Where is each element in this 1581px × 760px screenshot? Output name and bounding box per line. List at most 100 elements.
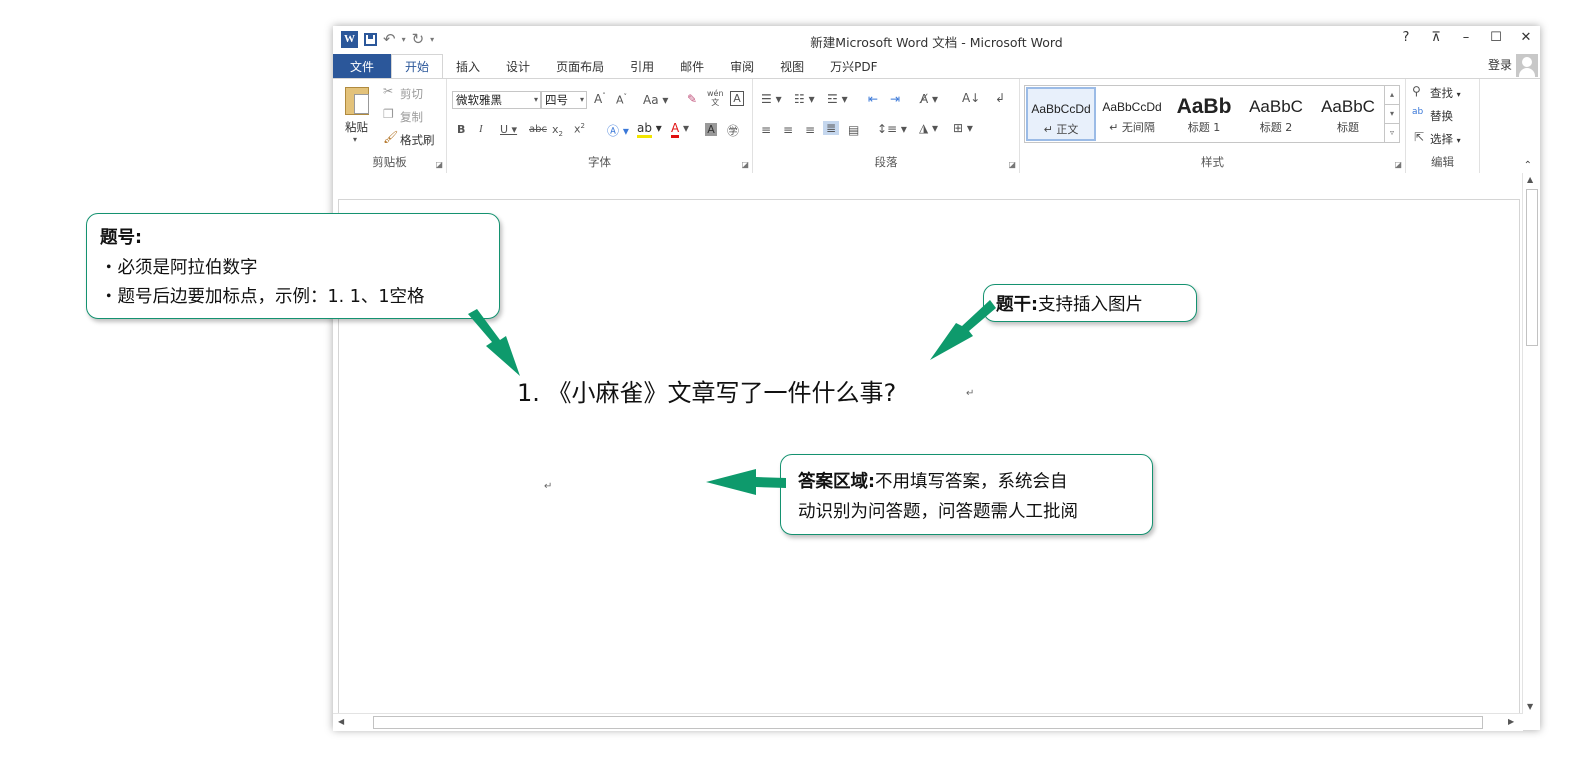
tab-review[interactable]: 审阅 [717,54,767,78]
ribbon-tabs: 文件 开始 插入 设计 页面布局 引用 邮件 审阅 视图 万兴PDF [333,54,1540,79]
callout-title: 答案区域: [798,472,875,492]
clipboard-launcher-icon[interactable]: ◪ [435,160,443,169]
close-button[interactable]: ✕ [1518,30,1534,45]
horizontal-scrollbar[interactable]: ◀ ▶ [333,713,1523,731]
vertical-scroll-thumb[interactable] [1526,189,1538,346]
shading-icon[interactable]: ◮ ▾ [919,121,938,135]
scroll-up-icon[interactable]: ▲ [1527,175,1533,184]
styles-launcher-icon[interactable]: ◪ [1394,160,1402,169]
copy-button[interactable]: 复制 [400,109,423,125]
style-normal[interactable]: AaBbCcDd ↵ 正文 [1026,87,1096,141]
highlight-icon[interactable]: ab ▾ [637,121,662,138]
underline-icon[interactable]: U ▾ [500,123,517,136]
format-painter-icon: 🖌 [383,130,399,144]
vertical-scrollbar[interactable]: ▲ ▼ [1522,173,1540,713]
character-border-icon[interactable]: A [730,91,744,106]
phonetic-guide-icon[interactable]: wén 文 [707,89,724,107]
strikethrough-icon[interactable]: abc [529,124,547,135]
enclose-characters-icon[interactable]: ㊫ [727,122,739,139]
superscript-icon[interactable]: x2 [574,122,585,136]
font-name-dropdown-icon[interactable]: ▾ [534,92,538,108]
callout-text: 支持插入图片 [1038,295,1143,315]
font-color-icon[interactable]: A ▾ [671,121,689,138]
sort-icon[interactable]: A↓ [962,91,980,105]
minimize-button[interactable]: – [1458,30,1474,45]
scroll-right-icon[interactable]: ▶ [1508,717,1514,726]
tab-view[interactable]: 视图 [767,54,817,78]
italic-icon[interactable]: I [479,123,483,135]
align-center-icon[interactable]: ≡ [783,123,793,137]
paragraph-launcher-icon[interactable]: ◪ [1008,160,1016,169]
style-sample: AaBbCcDd [1031,102,1091,116]
style-name: 标题 [1337,121,1359,134]
gallery-down-icon[interactable]: ▾ [1385,104,1399,123]
text-effects-icon[interactable]: Ⓐ ▾ [607,122,629,139]
cut-button[interactable]: 剪切 [400,86,423,102]
ribbon-display-button[interactable]: ⊼ [1428,30,1444,45]
numbering-icon[interactable]: ☷ ▾ [794,92,815,106]
scroll-down-icon[interactable]: ▼ [1527,702,1533,711]
maximize-button[interactable]: ☐ [1488,30,1504,45]
paste-dropdown-icon[interactable]: ▾ [353,135,357,144]
tab-file[interactable]: 文件 [333,54,392,78]
borders-icon[interactable]: ⊞ ▾ [953,121,973,135]
format-painter-button[interactable]: 格式刷 [400,132,435,148]
help-button[interactable]: ? [1398,30,1414,45]
subscript-icon[interactable]: x2 [552,123,563,138]
justify-icon[interactable]: ≣ [823,121,840,135]
tab-home[interactable]: 开始 [391,54,444,79]
document-area[interactable]: 1. 《小麻雀》文章写了一件什么事? ↵ ↵ [333,173,1523,720]
bullets-icon[interactable]: ☰ ▾ [761,92,782,106]
tab-references[interactable]: 引用 [617,54,667,78]
font-name-value: 微软雅黑 [456,93,502,107]
gallery-up-icon[interactable]: ▴ [1385,86,1399,104]
multilevel-list-icon[interactable]: ☲ ▾ [827,92,848,106]
tab-insert[interactable]: 插入 [443,54,493,78]
replace-button[interactable]: 替换 [1430,108,1453,124]
grow-font-icon[interactable]: A˄ [594,92,606,106]
bold-icon[interactable]: B [457,123,465,136]
tab-mailings[interactable]: 邮件 [667,54,717,78]
paragraph-label: 段落 [874,155,898,169]
find-button[interactable]: 查找 ▾ [1430,85,1461,101]
change-case-icon[interactable]: Aa ▾ [643,93,668,107]
style-title[interactable]: AaBbC 标题 [1313,87,1383,141]
align-right-icon[interactable]: ≡ [805,123,815,137]
clear-formatting-icon[interactable]: ✎ [687,92,697,106]
login-link[interactable]: 登录 [1488,56,1512,73]
increase-indent-icon[interactable]: ⇥ [890,92,900,106]
window-title: 新建Microsoft Word 文档 - Microsoft Word [810,35,1063,50]
select-button[interactable]: 选择 ▾ [1430,131,1461,147]
style-heading-1[interactable]: AaBb 标题 1 [1169,87,1239,141]
asian-layout-icon[interactable]: A̸ ▾ [920,92,938,106]
tab-design[interactable]: 设计 [493,54,543,78]
font-size-combo[interactable]: 四号 ▾ [541,91,587,109]
callout-line: 答案区域:不用填写答案，系统会自 [798,468,1068,493]
styles-gallery-scroll[interactable]: ▴ ▾ ▿ [1384,86,1399,142]
line-spacing-icon[interactable]: ↕≡ ▾ [877,122,907,136]
style-no-spacing[interactable]: AaBbCcDd ↵ 无间隔 [1097,87,1167,141]
clipboard-label: 剪贴板 [372,155,407,169]
collapse-ribbon-icon[interactable]: ⌃ [1524,160,1532,171]
shrink-font-icon[interactable]: A˅ [616,93,627,107]
align-left-icon[interactable]: ≡ [761,123,771,137]
paste-button[interactable]: 粘贴 [345,119,368,135]
character-shading-icon[interactable]: A [705,123,717,136]
font-size-dropdown-icon[interactable]: ▾ [580,92,584,108]
scroll-left-icon[interactable]: ◀ [338,717,344,726]
decrease-indent-icon[interactable]: ⇤ [868,92,878,106]
font-name-combo[interactable]: 微软雅黑 ▾ [452,91,541,109]
font-launcher-icon[interactable]: ◪ [741,160,749,169]
gallery-more-icon[interactable]: ▿ [1385,123,1399,142]
paste-icon[interactable] [345,87,369,115]
tab-page-layout[interactable]: 页面布局 [543,54,617,78]
question-text[interactable]: 1. 《小麻雀》文章写了一件什么事? [517,373,896,408]
title-bar: W ↶ ▾ ↻ ▾ 新建Microsoft Word 文档 - Microsof… [333,26,1540,54]
distributed-icon[interactable]: ▤ [848,123,859,137]
style-name: 标题 2 [1259,121,1293,134]
tab-wondershare-pdf[interactable]: 万兴PDF [817,54,890,78]
show-marks-icon[interactable]: ↲ [995,91,1005,105]
style-heading-2[interactable]: AaBbC 标题 2 [1241,87,1311,141]
horizontal-scroll-thumb[interactable] [373,716,1483,729]
avatar[interactable] [1516,54,1538,77]
